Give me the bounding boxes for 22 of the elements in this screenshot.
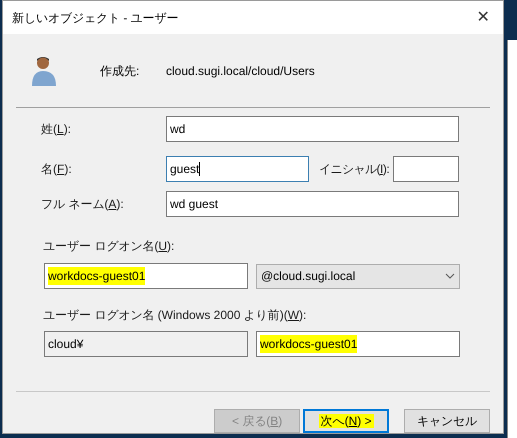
destination-label: 作成先: <box>100 62 140 80</box>
text-field[interactable]: wd guest <box>166 191 459 218</box>
text-field[interactable]: workdocs-guest01 <box>44 263 248 290</box>
user-icon <box>30 54 58 87</box>
chevron-down-icon <box>445 273 455 280</box>
window-title: 新しいオブジェクト - ユーザー <box>12 10 179 26</box>
first-name-label: 名(F): <box>41 161 73 178</box>
close-button[interactable]: ✕ <box>463 1 504 34</box>
full-name-label: フル ネーム(A): <box>41 196 125 214</box>
cancel-button[interactable]: キャンセル <box>404 409 490 434</box>
last-name-label: 姓(L): <box>41 121 72 138</box>
logon-name-label: ユーザー ログオン名(U): <box>43 239 174 254</box>
destination-path: cloud.sugi.local/cloud/Users <box>166 62 315 80</box>
pre2000-logon-name-label: ユーザー ログオン名 (Windows 2000 より前)(W): <box>43 308 306 322</box>
domain-field[interactable]: cloud¥ <box>44 331 248 358</box>
text-field[interactable]: guest <box>166 156 309 182</box>
text-field[interactable]: wd <box>166 116 459 142</box>
text-field[interactable]: workdocs-guest01 <box>256 331 460 358</box>
text-field[interactable] <box>393 156 459 182</box>
initials-label: イニシャル(I): <box>319 161 390 178</box>
domain-dropdown[interactable]: @cloud.sugi.local <box>256 264 460 289</box>
next-button[interactable]: 次へ(N) > <box>303 409 390 434</box>
